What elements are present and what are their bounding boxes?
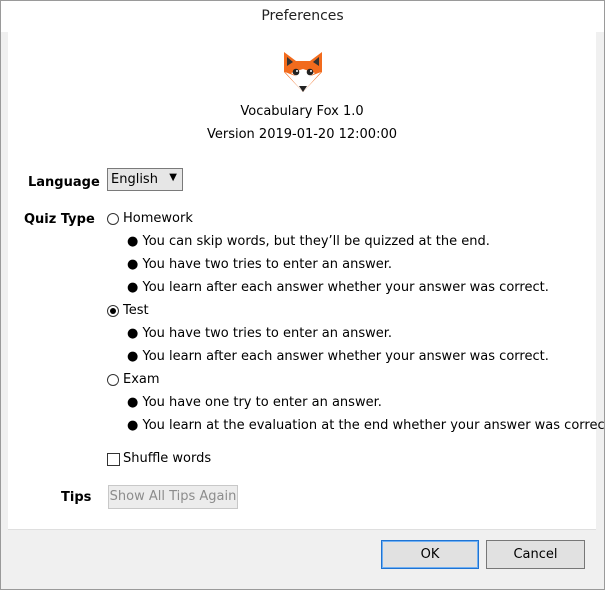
homework-bullet-3: ● You learn after each answer whether yo… [127, 280, 549, 295]
homework-bullet-1: ● You can skip words, but they’ll be qui… [127, 234, 490, 249]
chevron-down-icon: ▼ [169, 172, 177, 183]
tips-label: Tips [61, 490, 92, 505]
dialog-footer: OK Cancel [8, 530, 596, 582]
quiz-type-label: Quiz Type [24, 212, 95, 227]
test-bullet-1: ● You have two tries to enter an answer. [127, 326, 393, 341]
cancel-button[interactable]: Cancel [486, 540, 585, 569]
window-title: Preferences [1, 1, 604, 32]
app-name: Vocabulary Fox 1.0 [240, 104, 364, 119]
preferences-dialog: Preferences Vocabulary Fox 1.0 Version 2… [0, 0, 605, 590]
app-version: Version 2019-01-20 12:00:00 [206, 127, 397, 142]
language-selected-value: English [111, 172, 158, 187]
language-select[interactable]: English ▼ [107, 168, 183, 191]
exam-bullet-1: ● You have one try to enter an answer. [127, 395, 382, 410]
exam-radio[interactable] [107, 374, 119, 386]
exam-label[interactable]: Exam [123, 372, 160, 387]
language-label: Language [28, 175, 100, 190]
shuffle-words-label[interactable]: Shuffle words [123, 451, 211, 466]
test-bullet-2: ● You learn after each answer whether yo… [127, 349, 549, 364]
fox-icon [284, 52, 322, 92]
ok-button[interactable]: OK [381, 540, 479, 569]
homework-bullet-2: ● You have two tries to enter an answer. [127, 257, 393, 272]
radio-selected-dot [110, 308, 116, 314]
homework-label[interactable]: Homework [123, 211, 193, 226]
preferences-content: Vocabulary Fox 1.0 Version 2019-01-20 12… [8, 32, 605, 530]
exam-bullet-2: ● You learn at the evaluation at the end… [127, 418, 605, 433]
shuffle-words-checkbox[interactable] [107, 453, 120, 466]
test-radio[interactable] [107, 305, 119, 317]
test-label[interactable]: Test [123, 303, 149, 318]
homework-radio[interactable] [107, 213, 119, 225]
show-all-tips-button[interactable]: Show All Tips Again [108, 485, 238, 509]
